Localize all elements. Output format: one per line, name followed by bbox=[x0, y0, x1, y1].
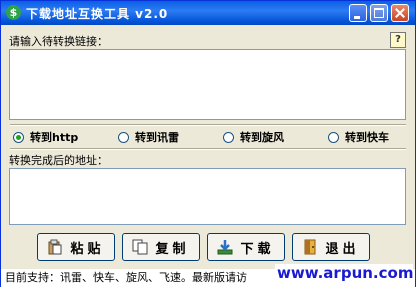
paste-icon bbox=[48, 239, 62, 255]
download-icon bbox=[217, 240, 233, 255]
download-label: 下载 bbox=[240, 241, 275, 257]
app-icon[interactable]: $ bbox=[6, 5, 21, 20]
watermark-text: www.arpun.com bbox=[275, 264, 414, 282]
download-button[interactable]: 下载 bbox=[207, 233, 285, 261]
copy-icon bbox=[132, 239, 148, 255]
main-window: $ 下载地址互换工具 v2.0 请输入待转换链接： ? 转到http 转到讯雷 … bbox=[0, 0, 416, 287]
help-icon[interactable]: ? bbox=[390, 32, 406, 48]
status-bar: 目前支持：讯雷、快车、旋风、飞速。最新版请访 www.arpun.com bbox=[1, 264, 415, 287]
radio-label: 转到讯雷 bbox=[135, 131, 179, 144]
exit-icon bbox=[304, 239, 316, 255]
paste-button[interactable]: 粘贴 bbox=[37, 233, 115, 261]
radio-label: 转到快车 bbox=[345, 131, 389, 144]
exit-label: 退出 bbox=[325, 241, 360, 257]
radio-to-whirlwind[interactable]: 转到旋风 bbox=[223, 129, 284, 145]
minimize-button[interactable] bbox=[349, 4, 367, 22]
radio-label: 转到旋风 bbox=[240, 131, 284, 144]
radio-button[interactable] bbox=[223, 131, 234, 143]
radio-button-selected[interactable] bbox=[13, 131, 24, 143]
radio-to-http[interactable]: 转到http bbox=[13, 129, 78, 145]
divider bbox=[10, 148, 406, 150]
radio-label: 转到http bbox=[30, 131, 79, 144]
source-link-input[interactable] bbox=[9, 49, 406, 120]
output-label: 转换完成后的地址： bbox=[9, 154, 108, 167]
copy-label: 复制 bbox=[155, 241, 190, 257]
converted-address-output[interactable] bbox=[9, 168, 406, 225]
radio-button[interactable] bbox=[118, 131, 129, 143]
status-text: 目前支持：讯雷、快车、旋风、飞速。最新版请访 bbox=[5, 271, 247, 284]
exit-button[interactable]: 退出 bbox=[292, 233, 370, 261]
radio-to-flashget[interactable]: 转到快车 bbox=[328, 129, 389, 145]
close-button[interactable] bbox=[391, 4, 409, 22]
maximize-button[interactable] bbox=[370, 4, 388, 22]
input-label: 请输入待转换链接： bbox=[9, 35, 108, 48]
title-bar[interactable]: $ 下载地址互换工具 v2.0 bbox=[1, 1, 415, 25]
divider bbox=[10, 124, 406, 126]
paste-label: 粘贴 bbox=[70, 241, 105, 257]
window-title: 下载地址互换工具 v2.0 bbox=[26, 7, 169, 21]
copy-button[interactable]: 复制 bbox=[122, 233, 200, 261]
radio-to-thunder[interactable]: 转到讯雷 bbox=[118, 129, 179, 145]
radio-button[interactable] bbox=[328, 131, 339, 143]
